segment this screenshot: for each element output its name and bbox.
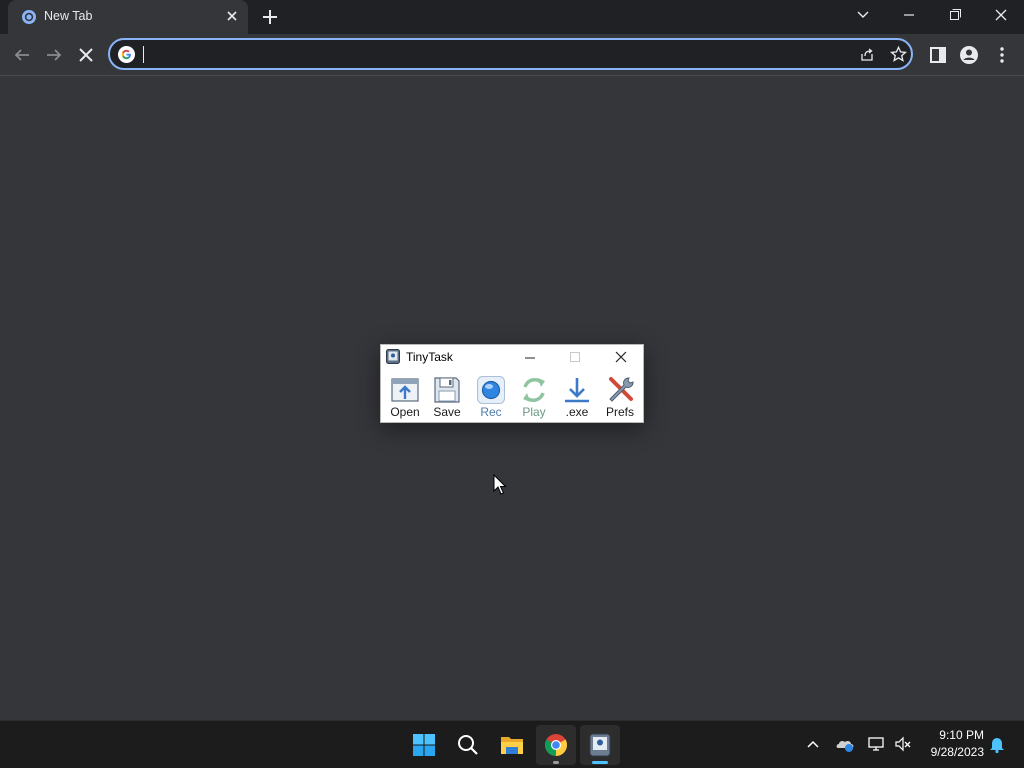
- mouse-cursor: [493, 474, 507, 495]
- tinytask-title: TinyTask: [406, 350, 453, 364]
- chevron-up-icon[interactable]: [803, 734, 823, 754]
- clock-time[interactable]: 9:10 PM: [912, 728, 984, 742]
- address-bar[interactable]: [108, 38, 913, 70]
- save-label: Save: [433, 405, 461, 419]
- taskbar-file-explorer[interactable]: [492, 725, 532, 765]
- record-button[interactable]: Rec: [471, 372, 511, 420]
- tinytask-maximize-icon: [570, 352, 580, 362]
- play-label: Play: [522, 405, 546, 419]
- onedrive-icon[interactable]: [835, 734, 855, 754]
- exe-label: .exe: [565, 405, 589, 419]
- taskbar-start[interactable]: [404, 725, 444, 765]
- preferences-button[interactable]: Prefs: [600, 372, 640, 420]
- download-arrow-icon: [565, 378, 589, 403]
- tinytask-icon: [589, 733, 611, 757]
- tab-search-chevron-icon[interactable]: [848, 3, 878, 27]
- play-button[interactable]: Play: [514, 372, 554, 420]
- network-icon[interactable]: [866, 734, 886, 754]
- side-panel-icon[interactable]: [926, 43, 950, 67]
- taskbar-search[interactable]: [448, 725, 488, 765]
- close-window-icon[interactable]: [986, 3, 1016, 27]
- open-folder-icon: [391, 378, 419, 402]
- chrome-running-indicator: [553, 761, 559, 764]
- wrench-tools-icon: [609, 377, 634, 402]
- record-icon: [477, 376, 505, 404]
- profile-icon[interactable]: [957, 43, 981, 67]
- star-icon[interactable]: [889, 45, 908, 64]
- search-icon: [458, 735, 478, 755]
- windows-start-icon: [413, 734, 435, 756]
- stop-loading-icon[interactable]: [74, 43, 98, 67]
- tinytask-app-icon: [386, 349, 400, 364]
- browser-toolbar: [0, 34, 1024, 76]
- play-cycle-icon: [523, 378, 545, 402]
- save-button[interactable]: Save: [427, 372, 467, 420]
- compile-exe-button[interactable]: .exe: [557, 372, 597, 420]
- save-disk-icon: [434, 377, 460, 403]
- chrome-favicon-icon: [22, 10, 36, 24]
- record-label: Rec: [480, 405, 502, 419]
- new-tab-plus-icon[interactable]: [259, 6, 281, 28]
- arrow-back-icon[interactable]: [10, 43, 34, 67]
- kebab-menu-icon[interactable]: [990, 43, 1014, 67]
- tab-new-tab[interactable]: New Tab: [8, 0, 248, 34]
- restore-icon[interactable]: [940, 3, 970, 27]
- tab-close-icon[interactable]: [224, 8, 240, 24]
- google-g-icon: [118, 46, 135, 63]
- tinytask-window: TinyTask Open Save Rec Play .exe Prefs: [380, 344, 644, 423]
- open-label: Open: [390, 405, 420, 419]
- tinytask-minimize-icon[interactable]: [521, 348, 539, 366]
- clock-date[interactable]: 9/28/2023: [912, 745, 984, 759]
- volume-muted-icon[interactable]: [893, 734, 913, 754]
- tinytask-close-icon[interactable]: [612, 348, 630, 366]
- tab-strip: New Tab: [0, 0, 1024, 34]
- address-input[interactable]: [142, 44, 842, 64]
- open-button[interactable]: Open: [385, 372, 425, 420]
- taskbar-tinytask[interactable]: [580, 725, 620, 765]
- share-icon[interactable]: [858, 46, 876, 64]
- prefs-label: Prefs: [605, 405, 634, 419]
- folder-icon: [501, 737, 523, 754]
- minimize-icon[interactable]: [894, 3, 924, 27]
- arrow-forward-icon[interactable]: [42, 43, 66, 67]
- text-caret: [143, 46, 144, 63]
- notification-bell-icon[interactable]: [987, 734, 1007, 754]
- chrome-icon: [545, 734, 567, 756]
- tinytask-active-indicator: [592, 761, 608, 764]
- tab-title: New Tab: [44, 9, 93, 23]
- taskbar-chrome[interactable]: [536, 725, 576, 765]
